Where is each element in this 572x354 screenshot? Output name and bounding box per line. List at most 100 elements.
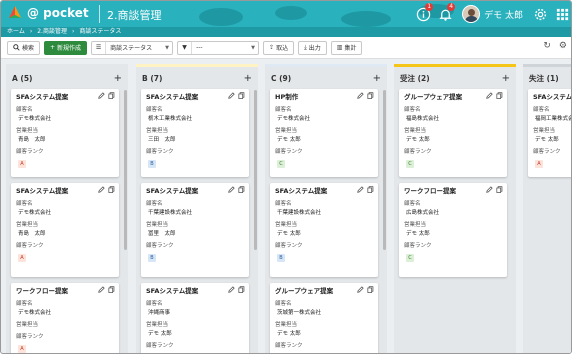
- bell-badge: 4: [447, 3, 456, 11]
- edit-icon[interactable]: [357, 186, 364, 193]
- column-scrollbar[interactable]: [124, 90, 127, 250]
- copy-icon[interactable]: [238, 186, 245, 193]
- copy-icon[interactable]: [367, 186, 374, 193]
- edit-icon[interactable]: [98, 286, 105, 293]
- deal-card[interactable]: SFAシステム提案顧客名沖縄商事営業担当デモ 太郎顧客ランクB: [141, 283, 249, 353]
- search-button[interactable]: 検索: [7, 40, 41, 55]
- copy-icon[interactable]: [238, 286, 245, 293]
- export-button[interactable]: ⤓ 出力: [298, 40, 327, 55]
- deal-card[interactable]: ワークフロー提案 顧客名 広島株式会社 営業担当 デモ 太郎 顧客ランク C: [399, 183, 507, 277]
- sales-value: 三田 太郎: [148, 137, 176, 143]
- deal-card[interactable]: ワークフロー提案 顧客名 デモ株式会社 営業担当 顧客ランク A: [11, 283, 119, 353]
- edit-icon[interactable]: [228, 186, 235, 193]
- user-menu[interactable]: デモ 太郎: [462, 5, 523, 23]
- add-card-icon[interactable]: +: [244, 73, 252, 84]
- import-button[interactable]: ⇪ 取込: [263, 40, 295, 55]
- filter-select[interactable]: ▼ --- ▼: [177, 40, 260, 55]
- edit-icon[interactable]: [486, 186, 493, 193]
- notification-button[interactable]: 4: [434, 1, 456, 27]
- sales-value: デモ 太郎: [277, 231, 301, 237]
- copy-icon[interactable]: [108, 286, 115, 293]
- edit-icon[interactable]: [98, 92, 105, 99]
- customer-value: 千葉建設株式会社: [148, 210, 193, 216]
- status-column: B (7) + SFAシステム提案 顧客名 栃木工業株式会社 営業担当 三田 太郎 顧客ランク…: [136, 64, 258, 353]
- edit-icon[interactable]: [98, 186, 105, 193]
- app-header: @ pocket 2.商談管理 1 4 デモ 太郎: [1, 1, 571, 27]
- customer-label: 顧客名: [404, 107, 421, 113]
- settings-button[interactable]: [529, 1, 551, 27]
- column-title: 受注 (2): [400, 73, 430, 83]
- sales-value: 冨里 太郎: [148, 231, 176, 237]
- copy-icon[interactable]: [108, 186, 115, 193]
- column-header: 失注 (1)+: [523, 67, 571, 89]
- rank-badge: C: [277, 160, 285, 168]
- sales-value: デモ 太郎: [406, 231, 430, 237]
- deal-card[interactable]: グループウェア提案顧客名茨城第一株式会社営業担当デモ 太郎顧客ランクB: [270, 283, 378, 353]
- add-card-icon[interactable]: +: [114, 73, 122, 84]
- rank-badge: B: [148, 160, 156, 168]
- sales-value: デモ 太郎: [277, 331, 301, 337]
- status-select-value: 商談ステータス: [110, 45, 153, 52]
- rank-label: 顧客ランク: [275, 243, 303, 249]
- column-header: B (7) +: [136, 67, 258, 89]
- refresh-icon[interactable]: ↻: [543, 41, 551, 51]
- customer-label: 顧客名: [16, 301, 33, 307]
- sales-label: 営業担当: [275, 128, 298, 134]
- apps-button[interactable]: [551, 1, 571, 27]
- copy-icon[interactable]: [496, 186, 503, 193]
- copy-icon[interactable]: [367, 92, 374, 99]
- copy-icon[interactable]: [108, 92, 115, 99]
- edit-icon[interactable]: [228, 92, 235, 99]
- board-settings-icon[interactable]: ⚙: [559, 41, 567, 51]
- rank-badge: C: [406, 254, 414, 262]
- create-button[interactable]: + 新規作成: [44, 40, 88, 55]
- create-label: 新規作成: [57, 45, 82, 52]
- customer-label: 顧客名: [146, 107, 163, 113]
- customer-value: 沖縄商事: [148, 310, 171, 316]
- copy-icon[interactable]: [238, 92, 245, 99]
- breadcrumb-home[interactable]: ホーム: [7, 27, 25, 37]
- chart-icon: ▥: [336, 44, 343, 51]
- deal-card[interactable]: グループウェア提案 顧客名 福島株式会社 営業担当 デモ 太郎 顧客ランク C: [399, 89, 507, 177]
- status-column: 失注 (1)+ SFAシステム提顧客名福岡工業株式会営業担当デモ 太郎顧客ランク A: [523, 64, 571, 353]
- column-scrollbar[interactable]: [383, 90, 386, 250]
- column-header: 受注 (2) +: [394, 67, 516, 89]
- deal-card[interactable]: SFAシステム提案 顧客名 デモ株式会社 営業担当 青島 太郎 顧客ランク A: [11, 183, 119, 277]
- deal-card[interactable]: HP制作 顧客名 デモ株式会社 営業担当 デモ 太郎 顧客ランク C: [270, 89, 378, 177]
- deal-card[interactable]: SFAシステム提案 顧客名 栃木工業株式会社 営業担当 三田 太郎 顧客ランク B: [141, 89, 249, 177]
- deal-card[interactable]: SFAシステム提案 顧客名 デモ株式会社 営業担当 青島 太郎 顧客ランク A: [11, 89, 119, 177]
- rank-label: 顧客ランク: [404, 149, 432, 155]
- sales-label: 営業担当: [16, 128, 39, 134]
- aggregate-button[interactable]: ▥ 集計: [330, 40, 363, 55]
- header-divider: [99, 5, 100, 23]
- customer-label: 顧客名: [146, 301, 163, 307]
- breadcrumb-module[interactable]: 2.商談管理: [37, 27, 67, 37]
- edit-icon[interactable]: [486, 92, 493, 99]
- customer-value: デモ株式会社: [18, 310, 52, 316]
- rank-label: 顧客ランク: [404, 243, 432, 249]
- add-card-icon[interactable]: +: [502, 73, 510, 84]
- add-card-icon[interactable]: +: [373, 73, 381, 84]
- sales-label: 営業担当: [146, 222, 169, 228]
- list-icon: ☰: [92, 41, 107, 54]
- sales-value: デモ 太郎: [277, 137, 301, 143]
- search-icon: [13, 44, 20, 51]
- page-title: 2.商談管理: [107, 9, 162, 22]
- deal-card[interactable]: SFAシステム提案 顧客名 千葉建設株式会社 営業担当 冨里 太郎 顧客ランク B: [141, 183, 249, 277]
- column-scrollbar[interactable]: [254, 90, 257, 250]
- rank-label: 顧客ランク: [275, 343, 303, 349]
- app-logo[interactable]: @ pocket: [7, 5, 89, 21]
- copy-icon[interactable]: [496, 92, 503, 99]
- info-button[interactable]: 1: [412, 1, 434, 27]
- sales-value: デモ 太郎: [148, 331, 172, 337]
- customer-label: 顧客名: [146, 201, 163, 207]
- copy-icon[interactable]: [367, 286, 374, 293]
- status-select[interactable]: ☰ 商談ステータス ▼: [91, 40, 174, 55]
- edit-icon[interactable]: [357, 286, 364, 293]
- filter-select-value: ---: [196, 44, 203, 51]
- rank-badge: B: [277, 254, 285, 262]
- edit-icon[interactable]: [228, 286, 235, 293]
- deal-card[interactable]: SFAシステム提案 顧客名 千葉建設株式会社 営業担当 デモ 太郎 顧客ランク B: [270, 183, 378, 277]
- edit-icon[interactable]: [357, 92, 364, 99]
- deal-card[interactable]: SFAシステム提顧客名福岡工業株式会営業担当デモ 太郎顧客ランク A: [528, 89, 571, 177]
